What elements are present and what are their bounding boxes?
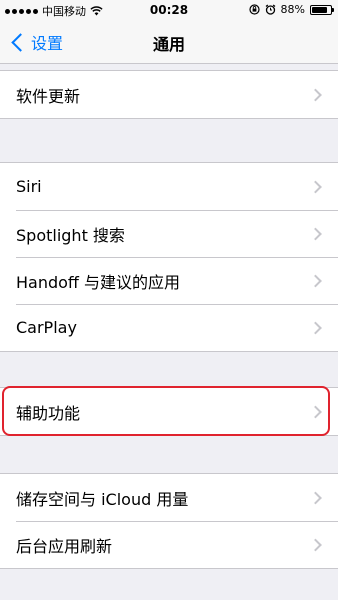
list-item-label: 储存空间与 iCloud 用量 xyxy=(16,489,189,509)
battery-fill xyxy=(312,6,327,13)
page-title: 通用 xyxy=(152,35,185,54)
list-item-accessibility[interactable]: 辅助功能 xyxy=(0,388,338,435)
chevron-right-icon xyxy=(309,491,322,504)
chevron-right-icon xyxy=(309,274,322,287)
list-item-label: 辅助功能 xyxy=(16,403,81,423)
list-item-storage-icloud[interactable]: 储存空间与 iCloud 用量 xyxy=(0,474,338,521)
navigation-bar: 设置 通用 xyxy=(0,20,338,64)
section-software-update: 软件更新 xyxy=(0,70,338,119)
list-item-software-update[interactable]: 软件更新 xyxy=(0,71,338,118)
status-bar: 中国移动 00:28 88% xyxy=(0,0,338,20)
section-siri-group: Siri Spotlight 搜索 Handoff 与建议的应用 CarPlay xyxy=(0,162,338,352)
screen: 中国移动 00:28 88% 设置 通用 软件更新 Siri Spotlight… xyxy=(0,0,338,600)
rotation-lock-icon xyxy=(248,4,260,15)
chevron-right-icon xyxy=(309,405,322,418)
list-item-label: Siri xyxy=(16,177,42,196)
battery-icon xyxy=(310,4,334,15)
battery-percentage: 88% xyxy=(280,3,305,16)
section-storage-group: 储存空间与 iCloud 用量 后台应用刷新 xyxy=(0,473,338,569)
chevron-right-icon xyxy=(309,180,322,193)
list-item-carplay[interactable]: CarPlay xyxy=(0,304,338,351)
section-accessibility: 辅助功能 xyxy=(0,387,338,436)
chevron-right-icon xyxy=(309,538,322,551)
list-item-siri[interactable]: Siri xyxy=(0,163,338,210)
list-item-label: 后台应用刷新 xyxy=(16,536,113,556)
list-item-label: 软件更新 xyxy=(16,86,81,106)
list-item-background-refresh[interactable]: 后台应用刷新 xyxy=(0,521,338,568)
list-item-label: Handoff 与建议的应用 xyxy=(16,272,181,292)
chevron-right-icon xyxy=(309,227,322,240)
list-item-spotlight-search[interactable]: Spotlight 搜索 xyxy=(0,210,338,257)
chevron-right-icon xyxy=(309,88,322,101)
alarm-icon xyxy=(265,4,275,15)
status-right: 88% xyxy=(248,3,334,16)
list-item-label: CarPlay xyxy=(16,318,77,337)
list-item-label: Spotlight 搜索 xyxy=(16,225,125,245)
list-item-handoff[interactable]: Handoff 与建议的应用 xyxy=(0,257,338,304)
chevron-right-icon xyxy=(309,321,322,334)
